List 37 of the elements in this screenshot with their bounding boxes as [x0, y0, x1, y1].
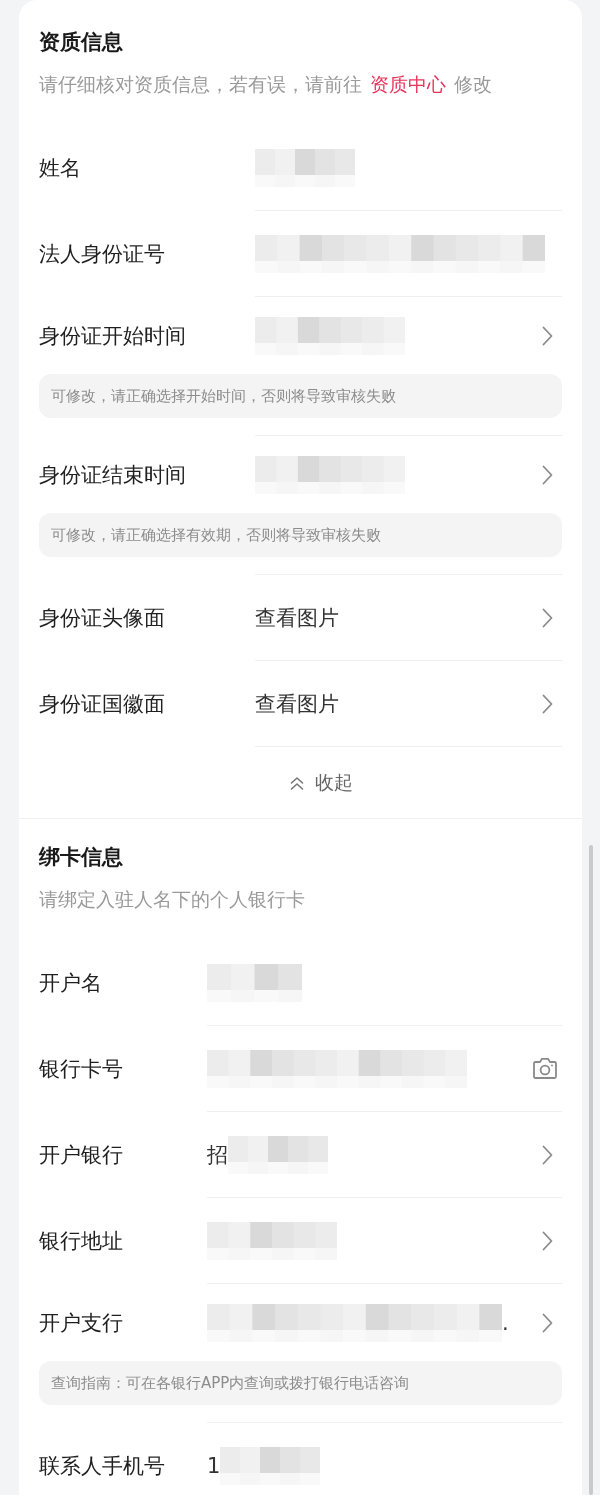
section-subtitle: 请绑定入驻人名下的个人银行卡 [39, 887, 305, 912]
field-label: 法人身份证号 [39, 240, 166, 268]
double-chevron-up-icon [288, 774, 305, 791]
section-title: 绑卡信息 [39, 844, 124, 871]
collapse-button[interactable]: 收起 [288, 769, 353, 796]
field-label: 身份证头像面 [39, 604, 166, 632]
value-text: 查看图片 [255, 604, 339, 632]
field-label: 身份证国徽面 [39, 690, 166, 718]
field-label: 联系人手机号 [39, 1452, 166, 1480]
chevron-right-icon [542, 325, 553, 346]
camera-icon[interactable] [532, 1057, 558, 1080]
qualification-center-link[interactable]: 资质中心 [370, 69, 446, 99]
field-label: 银行卡号 [39, 1055, 124, 1083]
field-label: 开户支行 [39, 1309, 124, 1337]
field-label: 身份证结束时间 [39, 461, 187, 489]
chevron-right-icon [542, 693, 553, 714]
chevron-right-icon [542, 1312, 553, 1333]
field-label: 身份证开始时间 [39, 322, 187, 350]
value-text: . [502, 1310, 509, 1335]
hint-note: 查询指南：可在各银行APP内查询或拨打银行电话咨询 [39, 1361, 562, 1405]
field-label: 开户名 [39, 969, 103, 997]
chevron-right-icon [542, 464, 553, 485]
field-label: 银行地址 [39, 1227, 124, 1255]
chevron-right-icon [542, 1230, 553, 1251]
chevron-right-icon [542, 1144, 553, 1165]
section-subtitle: 修改 [454, 72, 492, 97]
chevron-right-icon [542, 607, 553, 628]
hint-note: 可修改，请正确选择开始时间，否则将导致审核失败 [39, 374, 562, 418]
section-title: 资质信息 [39, 29, 124, 56]
hint-note: 可修改，请正确选择有效期，否则将导致审核失败 [39, 513, 562, 557]
value-text: 查看图片 [255, 690, 339, 718]
field-label: 开户银行 [39, 1141, 124, 1169]
field-label: 姓名 [39, 154, 82, 182]
scrollbar[interactable] [589, 845, 593, 1495]
value-text: 1 [207, 1453, 221, 1478]
value-text: 招 [207, 1141, 228, 1169]
section-subtitle: 请仔细核对资质信息，若有误，请前往 [39, 72, 362, 97]
